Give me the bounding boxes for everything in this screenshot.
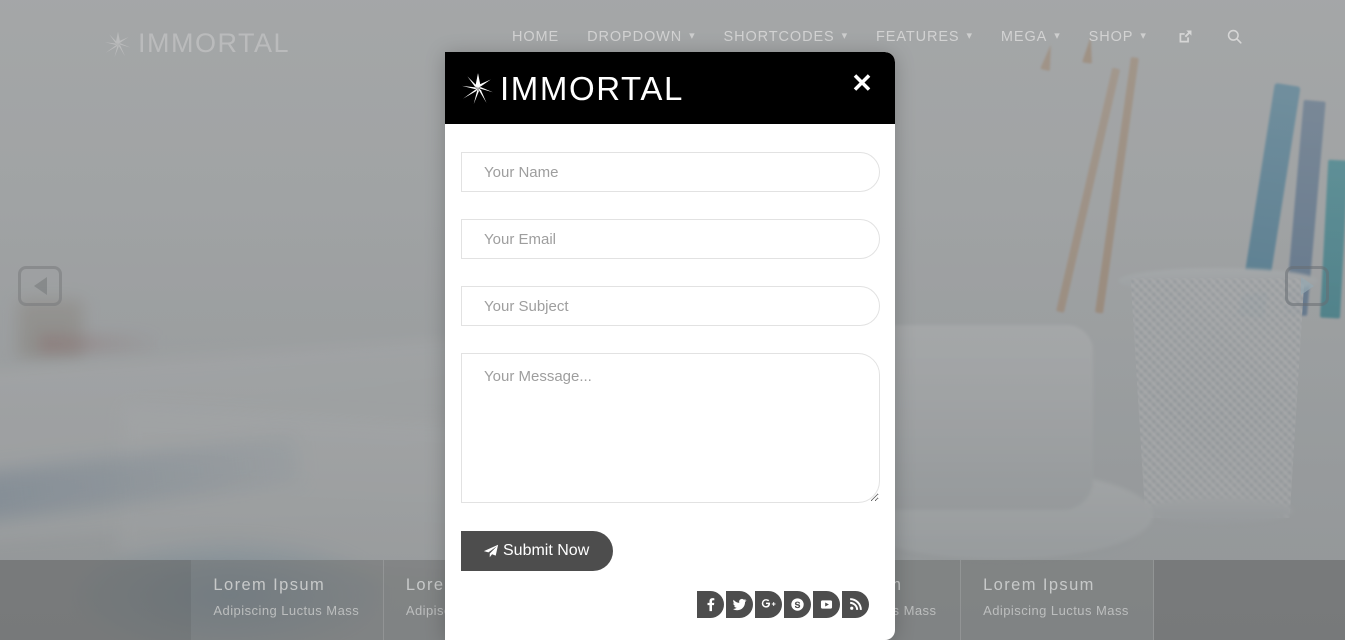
modal-logo: IMMORTAL bbox=[461, 71, 684, 105]
nav-item-label: SHORTCODES bbox=[723, 28, 835, 45]
chevron-down-icon: ▾ bbox=[1140, 30, 1147, 42]
modal-header: IMMORTAL ✕ bbox=[445, 52, 895, 124]
nav-item-label: MEGA bbox=[1000, 28, 1048, 45]
email-input[interactable] bbox=[461, 219, 880, 259]
nav-item-label: HOME bbox=[512, 28, 560, 45]
chevron-down-icon: ▾ bbox=[1054, 30, 1061, 42]
slider-next-button[interactable] bbox=[1285, 266, 1329, 306]
name-input[interactable] bbox=[461, 152, 880, 192]
site-logo-text: IMMORTAL bbox=[138, 28, 291, 58]
main-navigation: HOME DROPDOWN ▾ SHORTCODES ▾ FEATURES ▾ … bbox=[498, 28, 1259, 45]
strip-card-spacer bbox=[1153, 560, 1345, 640]
submit-button[interactable]: Submit Now bbox=[461, 531, 614, 571]
search-icon[interactable] bbox=[1210, 28, 1259, 45]
site-logo[interactable]: IMMORTAL bbox=[104, 28, 290, 59]
nav-item-home[interactable]: HOME bbox=[498, 29, 573, 45]
close-icon[interactable]: ✕ bbox=[849, 70, 875, 96]
nav-item-features[interactable]: FEATURES ▾ bbox=[862, 29, 987, 45]
nav-item-label: FEATURES bbox=[876, 28, 960, 45]
external-link-icon[interactable] bbox=[1161, 28, 1210, 45]
contact-form: Submit Now bbox=[445, 124, 895, 571]
arrow-left-icon bbox=[33, 277, 47, 295]
strip-card-title: Lorem Ipsum bbox=[983, 576, 1095, 594]
flower-star-logo-icon bbox=[461, 71, 495, 105]
nav-item-dropdown[interactable]: DROPDOWN ▾ bbox=[573, 29, 709, 45]
paper-plane-icon bbox=[483, 543, 499, 559]
twitter-icon[interactable] bbox=[726, 591, 753, 618]
facebook-icon[interactable] bbox=[697, 591, 724, 618]
modal-logo-text: IMMORTAL bbox=[500, 69, 684, 107]
arrow-right-icon bbox=[1300, 277, 1314, 295]
nav-item-mega[interactable]: MEGA ▾ bbox=[987, 29, 1075, 45]
contact-modal: IMMORTAL ✕ Submit Now bbox=[445, 52, 895, 640]
chevron-down-icon: ▾ bbox=[841, 30, 849, 42]
social-links bbox=[697, 591, 869, 618]
google-plus-icon[interactable] bbox=[755, 591, 782, 618]
strip-card[interactable]: Lorem Ipsum Adipiscing Luctus Mass bbox=[191, 560, 384, 640]
rss-icon[interactable] bbox=[842, 591, 869, 618]
strip-card-spacer bbox=[0, 560, 192, 640]
slider-prev-button[interactable] bbox=[18, 266, 62, 306]
subject-input[interactable] bbox=[461, 286, 880, 326]
chevron-down-icon: ▾ bbox=[966, 30, 973, 42]
strip-card-subtitle: Adipiscing Luctus Mass bbox=[213, 603, 360, 618]
nav-item-label: SHOP bbox=[1088, 28, 1134, 45]
nav-item-label: DROPDOWN bbox=[587, 28, 683, 45]
submit-button-label: Submit Now bbox=[503, 542, 590, 559]
youtube-icon[interactable] bbox=[813, 591, 840, 618]
flower-star-logo-icon bbox=[104, 30, 132, 58]
message-textarea[interactable] bbox=[461, 353, 880, 503]
page-root: IMMORTAL HOME DROPDOWN ▾ SHORTCODES ▾ FE… bbox=[0, 0, 1345, 640]
strip-card[interactable]: Lorem Ipsum Adipiscing Luctus Mass bbox=[961, 560, 1154, 640]
nav-item-shop[interactable]: SHOP ▾ bbox=[1075, 29, 1161, 45]
strip-card-subtitle: Adipiscing Luctus Mass bbox=[983, 603, 1129, 618]
skype-icon[interactable] bbox=[784, 591, 811, 618]
chevron-down-icon: ▾ bbox=[689, 30, 696, 42]
nav-item-shortcodes[interactable]: SHORTCODES ▾ bbox=[710, 29, 862, 45]
strip-card-title: Lorem Ipsum bbox=[213, 576, 326, 594]
